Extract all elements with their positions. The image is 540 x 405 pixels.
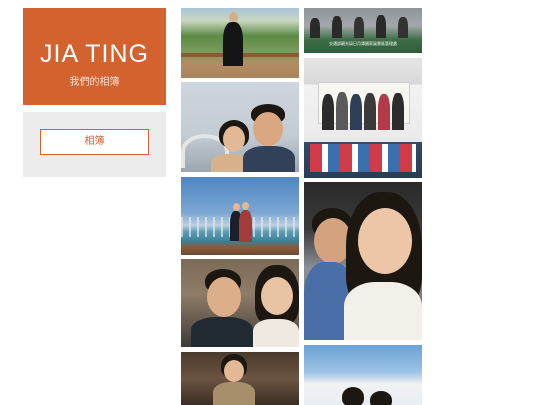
site-subtitle: 我們的相簿 bbox=[69, 77, 120, 88]
photo-sky-couple[interactable] bbox=[304, 345, 422, 405]
ceremony-banner-text: 交通部觀光局日月潭國家風景區管理處 bbox=[329, 41, 397, 46]
photo-ceremony-stage[interactable]: 交通部觀光局日月潭國家風景區管理處 bbox=[304, 8, 422, 53]
award-table bbox=[310, 144, 416, 172]
photo-selfie-couple-2[interactable] bbox=[181, 259, 299, 347]
photo-car-selfie[interactable] bbox=[304, 182, 422, 340]
photo-award-group[interactable] bbox=[304, 58, 422, 178]
photo-bridge[interactable] bbox=[181, 177, 299, 255]
photo-restaurant[interactable] bbox=[181, 352, 299, 405]
album-button[interactable]: 相簿 bbox=[40, 129, 149, 155]
site-title: JIA TING bbox=[40, 40, 149, 68]
nav-panel: 相簿 bbox=[23, 112, 166, 177]
site-brand-card: JIA TING 我們的相簿 bbox=[23, 8, 166, 105]
photo-selfie-couple-1[interactable] bbox=[181, 82, 299, 172]
photo-graduation[interactable] bbox=[181, 8, 299, 78]
